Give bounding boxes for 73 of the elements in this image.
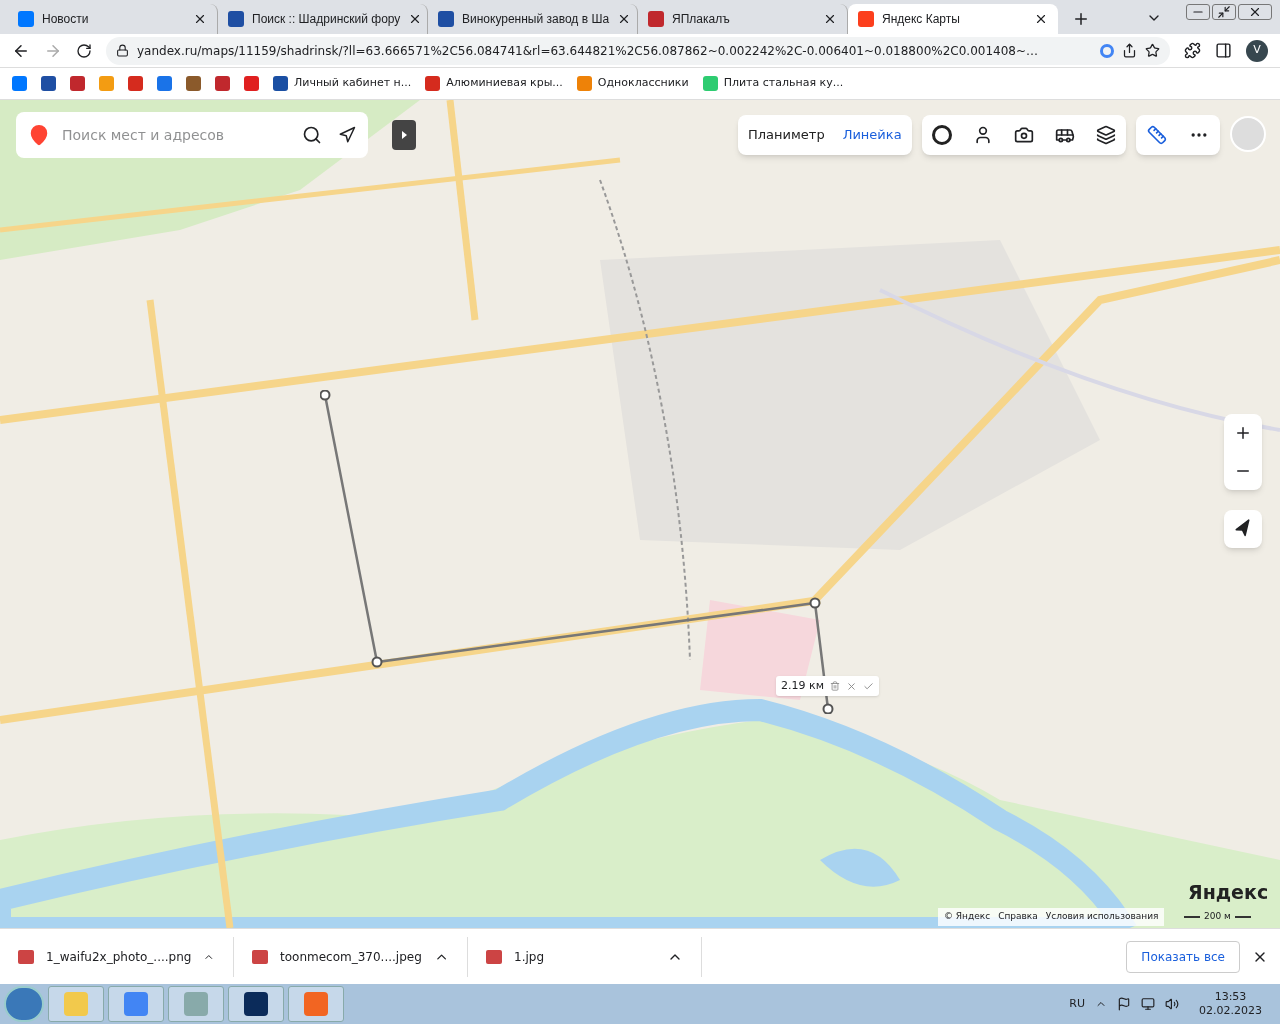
file-icon (252, 949, 268, 964)
file-icon (486, 949, 502, 964)
measure-tab[interactable]: Планиметр (748, 125, 825, 145)
pin-button[interactable] (16, 112, 62, 158)
bookmark-favicon-icon (576, 76, 592, 91)
bookmark-link[interactable]: Одноклассники (597, 75, 689, 92)
bookmark-favicon-icon (273, 76, 288, 91)
extensions-icon[interactable] (1184, 42, 1201, 59)
favicon-icon (228, 11, 244, 27)
check-icon[interactable] (862, 680, 874, 692)
browser-tab[interactable]: Яндекс Карты (848, 4, 1058, 34)
collapse-icon[interactable] (392, 120, 416, 150)
route-icon[interactable] (338, 126, 356, 144)
reload-icon[interactable] (76, 42, 92, 59)
favicon-icon (648, 11, 664, 27)
footer-link[interactable]: Условия использования (1045, 910, 1159, 924)
footer-link[interactable]: Справка (998, 910, 1038, 924)
file-icon (18, 949, 34, 964)
search-icon[interactable] (302, 125, 322, 145)
clock-date: 02.02.2023 (1199, 1004, 1262, 1018)
ruler-icon[interactable] (1147, 125, 1167, 145)
measure-tab[interactable]: Линейка (842, 125, 902, 145)
footer-link[interactable]: © Яндекс (944, 910, 991, 924)
tab-title: Яндекс Карты (882, 11, 961, 28)
taskbar-app-icon[interactable] (228, 986, 284, 1022)
scale-label: 200 м (1204, 910, 1231, 923)
location-button[interactable] (1224, 510, 1262, 548)
restore-icon[interactable] (1212, 4, 1236, 20)
close-icon[interactable] (1238, 4, 1272, 20)
side-panel-icon[interactable] (1215, 42, 1232, 59)
tab-title: Поиск :: Шадринский фору (252, 11, 401, 28)
bookmark-link[interactable]: Алюминиевая кры... (446, 75, 563, 92)
bookmark-favicon-icon (425, 76, 441, 91)
flag-icon[interactable] (1117, 997, 1131, 1011)
download-item[interactable]: toonmecom_370....jpeg (234, 936, 468, 977)
address-field[interactable]: yandex.ru/maps/11159/shadrinsk/?ll=63.666571%2C56.084741&rl=63.644821%2C56.087862~0.002242%2C-0.006401~0.018800%2C0.001408~… (106, 36, 1170, 65)
profile-avatar[interactable]: V (1246, 39, 1268, 62)
file-name: 1.jpg (514, 948, 546, 966)
tab-title: Винокуренный завод в Ша (462, 11, 610, 28)
network-icon[interactable] (1141, 997, 1155, 1011)
bookmark-link[interactable]: Плита стальная ку... (723, 75, 844, 92)
language-indicator[interactable]: RU (1069, 995, 1085, 1013)
url-text: yandex.ru/maps/11159/shadrinsk/?ll=63.666571%2C56.084741&rl=63.644821%2C56.087862~0.002242%2C-0.006401~0.018800%2C0.001408~… (137, 42, 1039, 60)
close-icon[interactable] (193, 12, 207, 26)
new-tab-icon[interactable] (1072, 10, 1090, 28)
close-icon[interactable] (823, 12, 837, 26)
show-all-button[interactable]: Показать все (1126, 940, 1240, 973)
file-name: toonmecom_370....jpeg (280, 948, 422, 966)
share-icon[interactable] (1122, 43, 1137, 58)
layers-icon[interactable] (1095, 125, 1116, 145)
clock-time: 13:53 (1214, 990, 1247, 1004)
tab-title: Новости (42, 11, 90, 28)
lock-icon (116, 44, 129, 57)
zoom-in-icon[interactable] (1234, 424, 1252, 442)
distance-label: 2.19 км (781, 677, 824, 694)
search-field[interactable]: Поиск мест и адресов (62, 112, 292, 158)
start-button[interactable] (4, 986, 44, 1022)
favicon-icon (438, 11, 454, 27)
download-item[interactable]: 1_waifu2x_photo_....png (0, 936, 234, 977)
bookmark-favicon-icon (702, 76, 718, 91)
file-name: 1_waifu2x_photo_....png (46, 948, 192, 966)
pin-icon (28, 124, 50, 146)
download-item[interactable]: 1.jpg (468, 936, 702, 977)
camera-icon[interactable] (1014, 125, 1034, 145)
bookmark-link[interactable]: Личный кабинет н... (294, 75, 412, 92)
favicon-icon (858, 11, 874, 27)
favicon-icon (18, 11, 34, 27)
yandex-logo: Яндекс (1188, 880, 1269, 905)
delete-icon[interactable] (829, 681, 840, 691)
tab-title: ЯПлакалъ (672, 11, 731, 28)
volume-icon[interactable] (1165, 997, 1179, 1011)
star-icon[interactable] (1145, 43, 1160, 58)
close-icon[interactable] (1034, 12, 1048, 26)
